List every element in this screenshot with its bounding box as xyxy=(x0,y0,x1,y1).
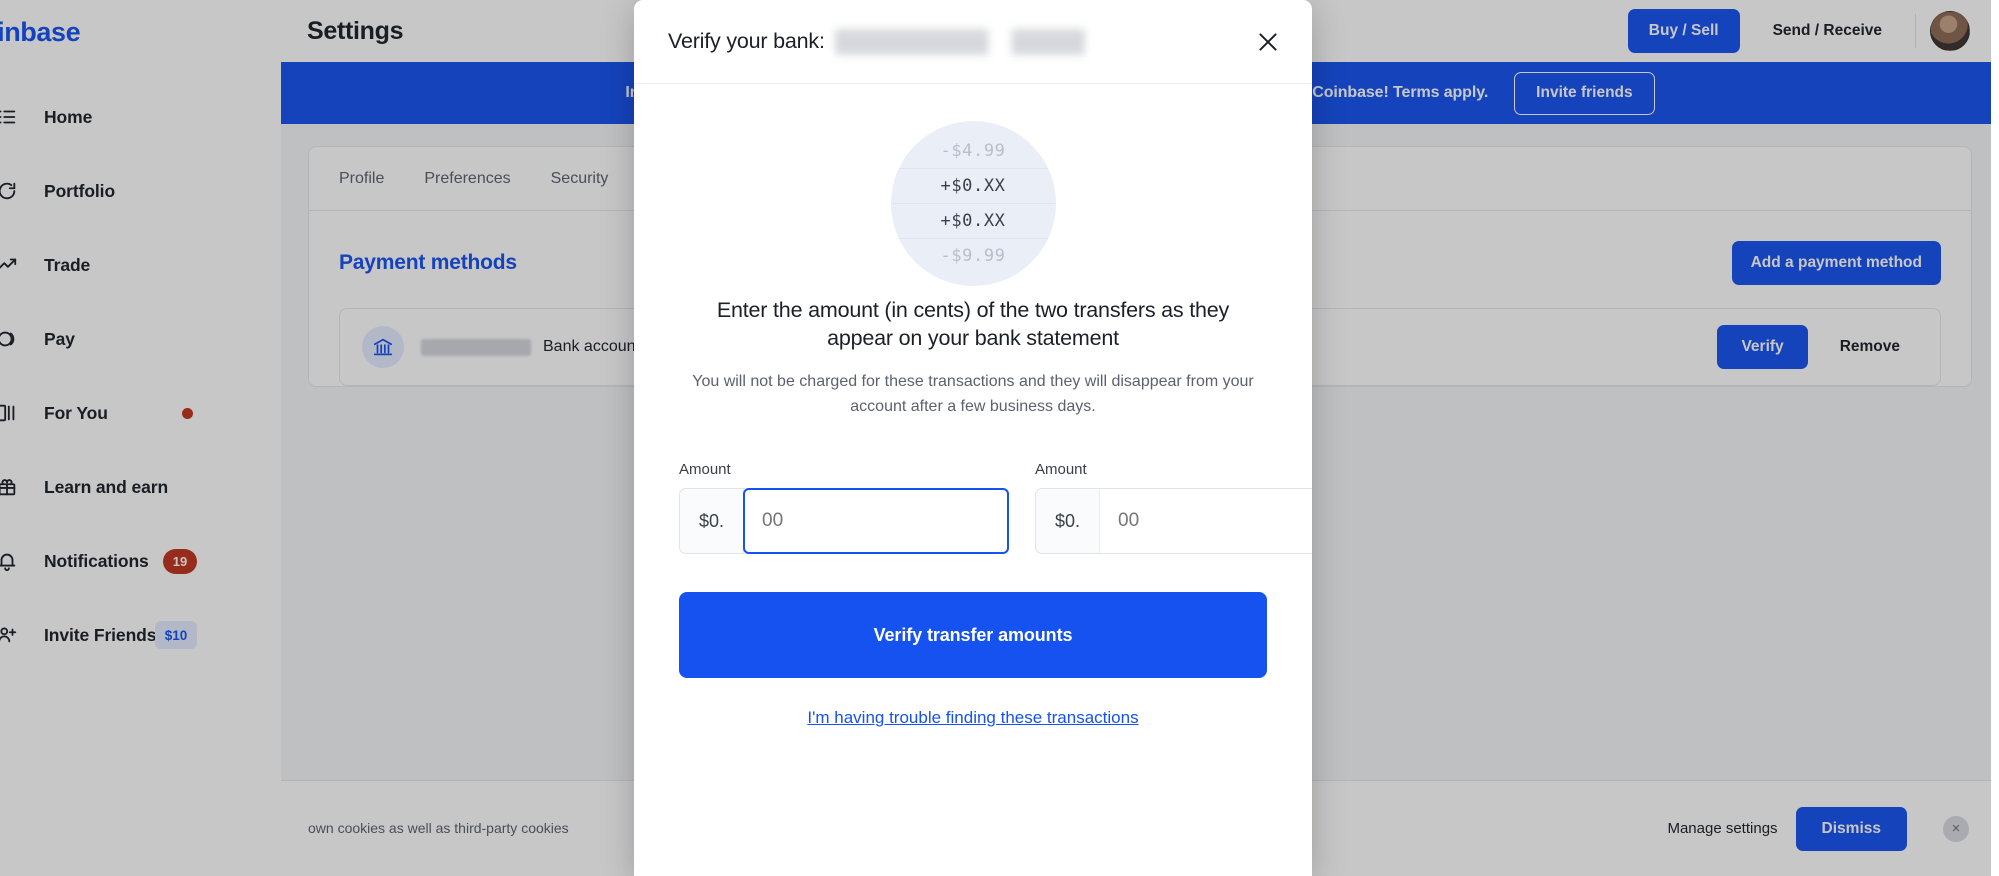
modal-subtext: You will not be charged for these transa… xyxy=(692,372,1254,415)
sidebar-item-home[interactable]: Home xyxy=(0,80,281,154)
sidebar-nav: Home Portfolio Trade Pay For You Learn a… xyxy=(0,80,281,672)
notifications-badge: 19 xyxy=(163,548,197,574)
bank-statement-illustration: -$4.99 +$0.XX +$0.XX -$9.99 xyxy=(679,110,1267,296)
invite-friends-button[interactable]: Invite friends xyxy=(1514,71,1655,115)
home-icon xyxy=(0,102,22,132)
coinbase-logo[interactable]: oinbase xyxy=(0,4,281,50)
tab-preferences[interactable]: Preferences xyxy=(424,147,510,211)
amount-field-2: Amount $0. xyxy=(1035,461,1312,555)
sidebar-item-portfolio[interactable]: Portfolio xyxy=(0,154,281,228)
amount-field-1: Amount $0. xyxy=(679,461,1009,555)
verify-transfer-amounts-button[interactable]: Verify transfer amounts xyxy=(679,592,1267,679)
sidebar-item-label: Invite Friends xyxy=(44,624,157,645)
dismiss-button[interactable]: Dismiss xyxy=(1795,806,1907,851)
amount-1-input[interactable] xyxy=(743,488,1009,555)
sidebar-item-label: For You xyxy=(44,402,108,423)
section-title: Payment methods xyxy=(339,251,517,274)
pay-icon xyxy=(0,324,22,354)
tab-profile[interactable]: Profile xyxy=(339,147,384,211)
amount-2-label: Amount xyxy=(1035,461,1087,479)
amount-2-input[interactable] xyxy=(1100,489,1312,554)
avatar[interactable] xyxy=(1930,11,1970,51)
bank-icon xyxy=(362,326,404,368)
portfolio-icon xyxy=(0,176,22,206)
payment-method-actions: Verify Remove xyxy=(1717,325,1922,369)
send-receive-button[interactable]: Send / Receive xyxy=(1748,9,1907,53)
statement-line: -$9.99 xyxy=(890,237,1056,273)
statement-circle: -$4.99 +$0.XX +$0.XX -$9.99 xyxy=(890,120,1056,286)
verify-button[interactable]: Verify xyxy=(1717,325,1808,369)
amount-1-prefix: $0. xyxy=(680,489,744,554)
amount-1-label: Amount xyxy=(679,461,731,479)
buy-sell-button[interactable]: Buy / Sell xyxy=(1627,9,1740,53)
statement-line: +$0.XX xyxy=(890,202,1056,238)
sidebar-item-trade[interactable]: Trade xyxy=(0,228,281,302)
remove-button[interactable]: Remove xyxy=(1818,325,1922,369)
amount-2-prefix: $0. xyxy=(1036,489,1100,554)
for-you-notification-dot xyxy=(182,407,193,419)
modal-heading: Enter the amount (in cents) of the two t… xyxy=(716,298,1230,351)
invite-reward-badge: $10 xyxy=(155,621,197,649)
for-you-icon xyxy=(0,398,22,428)
add-payment-method-button[interactable]: Add a payment method xyxy=(1731,241,1941,285)
toolbar-divider xyxy=(1915,14,1916,48)
trouble-finding-transactions-link[interactable]: I'm having trouble finding these transac… xyxy=(679,708,1267,728)
sidebar: oinbase Home Portfolio xyxy=(0,0,281,876)
amount-fields: Amount $0. Amount $0. xyxy=(679,461,1312,555)
verify-bank-modal: Verify your bank: -$4.99 +$0.XX +$0.XX -… xyxy=(634,0,1312,876)
gift-icon xyxy=(0,472,22,502)
modal-title: Verify your bank: xyxy=(668,29,825,53)
amount-1-input-group[interactable]: $0. xyxy=(679,488,1009,555)
sidebar-item-for-you[interactable]: For You xyxy=(0,376,281,450)
cookie-banner-actions: Manage settings Dismiss × xyxy=(1667,806,1969,851)
sidebar-item-learn-and-earn[interactable]: Learn and earn xyxy=(0,450,281,524)
top-bar-actions: Buy / Sell Send / Receive xyxy=(1627,9,1970,53)
statement-line: -$4.99 xyxy=(940,140,1006,161)
modal-title-redacted-bank-name xyxy=(834,28,1127,55)
sidebar-item-pay[interactable]: Pay xyxy=(0,302,281,376)
sidebar-item-notifications[interactable]: Notifications 19 xyxy=(0,524,281,598)
payment-method-redacted-name xyxy=(421,338,531,356)
right-edge-strip xyxy=(1991,0,1999,876)
sidebar-item-label: Notifications xyxy=(44,550,149,571)
amount-2-input-group[interactable]: $0. xyxy=(1035,488,1312,555)
sidebar-item-label: Pay xyxy=(44,328,75,349)
modal-body: -$4.99 +$0.XX +$0.XX -$9.99 Enter the am… xyxy=(634,84,1312,728)
sidebar-item-invite-friends[interactable]: Invite Friends $10 xyxy=(0,598,281,672)
invite-icon xyxy=(0,620,22,650)
trade-icon xyxy=(0,250,22,280)
close-icon[interactable] xyxy=(1250,24,1286,60)
payment-method-name: Bank account xyxy=(543,338,640,355)
tab-security[interactable]: Security xyxy=(551,147,609,211)
sidebar-item-label: Home xyxy=(44,106,93,127)
bell-icon xyxy=(0,546,22,576)
sidebar-item-label: Trade xyxy=(44,254,91,275)
cookie-banner-text: own cookies as well as third-party cooki… xyxy=(308,820,569,836)
manage-settings-button[interactable]: Manage settings xyxy=(1667,820,1777,837)
modal-header: Verify your bank: xyxy=(634,0,1312,84)
sidebar-item-label: Learn and earn xyxy=(44,476,169,497)
sidebar-item-label: Portfolio xyxy=(44,180,116,201)
page-title: Settings xyxy=(307,16,404,45)
statement-line: +$0.XX xyxy=(890,167,1056,203)
close-icon[interactable]: × xyxy=(1943,815,1969,842)
